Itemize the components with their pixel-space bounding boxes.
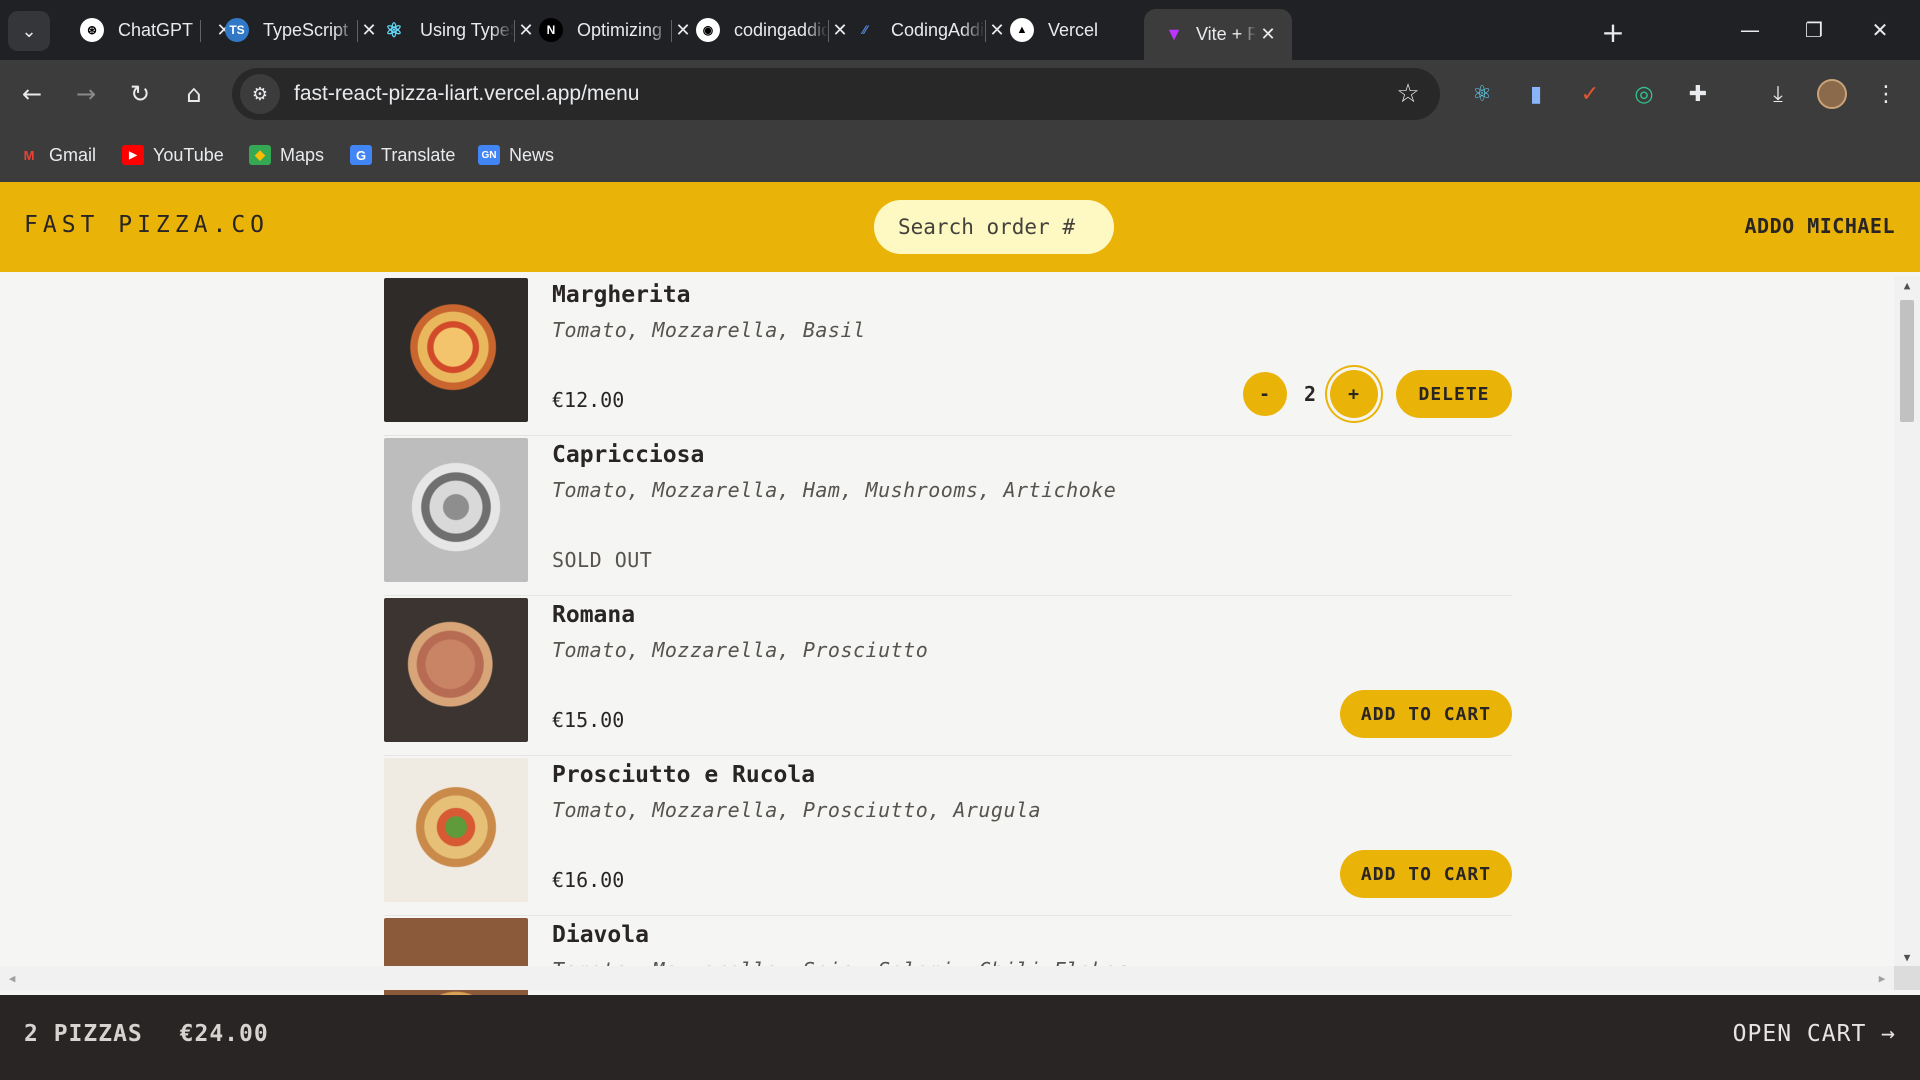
extension-docs-icon[interactable]: ▮ (1518, 74, 1554, 114)
scrollbar-thumb[interactable] (1900, 300, 1914, 422)
cart-pizza-count: 2 PIZZAS (24, 1021, 143, 1047)
notion-icon: N (539, 18, 563, 42)
pizza-name: Prosciutto e Rucola (552, 762, 816, 788)
forward-arrow-icon[interactable]: → (66, 74, 106, 114)
menu-list: Margherita Tomato, Mozzarella, Basil €12… (384, 276, 1512, 1076)
site-info-icon[interactable]: ⚙ (240, 74, 280, 114)
react-icon: ⚛ (385, 19, 403, 42)
pizza-image (384, 758, 528, 902)
window-close-icon[interactable]: ✕ (1852, 10, 1908, 50)
pizza-image (384, 278, 528, 422)
scroll-right-icon[interactable]: ▶ (1872, 966, 1892, 990)
tab-search-chevron-icon[interactable]: ⌄ (8, 11, 50, 51)
bookmark-youtube[interactable]: ▶ YouTube (122, 140, 224, 170)
minimize-icon[interactable]: — (1722, 10, 1778, 50)
cart-summary: 2 PIZZAS €24.00 (24, 1021, 291, 1047)
item-quantity: 2 (1304, 382, 1317, 406)
codingaddict-icon: ⁄⁄ (862, 23, 867, 37)
scrollbar-corner (1894, 966, 1920, 990)
news-icon: GN (478, 145, 500, 165)
horizontal-scrollbar[interactable]: ◀ ▶ (0, 966, 1894, 990)
add-to-cart-button[interactable]: ADD TO CART (1340, 690, 1512, 738)
translate-icon: G (350, 145, 372, 165)
menu-item-romana: Romana Tomato, Mozzarella, Prosciutto €1… (384, 596, 1512, 756)
bookmark-translate[interactable]: G Translate (350, 140, 455, 170)
menu-item-margherita: Margherita Tomato, Mozzarella, Basil €12… (384, 276, 1512, 436)
app-header: FAST PIZZA.CO ADDO MICHAEL (0, 182, 1920, 272)
menu-item-capricciosa: Capricciosa Tomato, Mozzarella, Ham, Mus… (384, 436, 1512, 596)
search-order-input[interactable] (874, 200, 1114, 254)
vertical-scrollbar[interactable]: ▲ ▼ (1894, 276, 1920, 966)
pizza-name: Margherita (552, 282, 691, 308)
delete-item-button[interactable]: DELETE (1396, 370, 1512, 418)
bookmark-news[interactable]: GN News (478, 140, 554, 170)
cart-overview-bar: 2 PIZZAS €24.00 OPEN CART → (0, 995, 1920, 1080)
vite-icon: ▼ (1165, 24, 1183, 44)
pizza-price: €12.00 (552, 388, 625, 412)
maps-icon: ◆ (249, 145, 271, 165)
address-bar[interactable]: ⚙ fast-react-pizza-liart.vercel.app/menu… (232, 68, 1440, 120)
tab-separator (828, 20, 829, 42)
bookmark-maps[interactable]: ◆ Maps (249, 140, 324, 170)
username: ADDO MICHAEL (1744, 214, 1895, 238)
youtube-icon: ▶ (122, 145, 144, 165)
increase-quantity-button[interactable]: + (1330, 370, 1378, 418)
browser-tab-strip: ⌄ ⊛ ChatGPT ✕ TS TypeScript ✕ ⚛ Using Ty… (0, 0, 1920, 60)
gmail-icon: M (23, 147, 35, 163)
cart-total-price: €24.00 (179, 1021, 269, 1047)
pizza-image (384, 598, 528, 742)
scroll-left-icon[interactable]: ◀ (2, 966, 22, 990)
pizza-ingredients: Tomato, Mozzarella, Basil (552, 318, 866, 342)
restore-icon[interactable]: ❐ (1786, 10, 1842, 50)
scroll-down-icon[interactable]: ▼ (1894, 948, 1920, 966)
tab-separator (200, 20, 201, 42)
browser-menu-icon[interactable]: ⋮ (1868, 74, 1904, 114)
pizza-name: Capricciosa (552, 442, 705, 468)
download-icon[interactable]: ⤓ (1760, 74, 1796, 114)
menu-item-prosciutto-e-rucola: Prosciutto e Rucola Tomato, Mozzarella, … (384, 756, 1512, 916)
extension-check-icon[interactable]: ✓ (1572, 74, 1608, 114)
add-to-cart-button[interactable]: ADD TO CART (1340, 850, 1512, 898)
new-tab-icon[interactable]: + (1596, 15, 1630, 49)
bookmark-gmail[interactable]: M Gmail (18, 140, 96, 170)
tab-vite-react[interactable]: ▼ Vite + React ✕ (1144, 9, 1292, 60)
close-icon[interactable]: ✕ (1256, 23, 1280, 47)
pizza-price: €16.00 (552, 868, 625, 892)
bookmark-star-icon[interactable]: ☆ (1388, 74, 1428, 114)
pizza-image (384, 438, 528, 582)
page-viewport: FAST PIZZA.CO ADDO MICHAEL Margherita To… (0, 182, 1920, 1080)
chatgpt-icon: ⊛ (80, 18, 104, 42)
url-text[interactable]: fast-react-pizza-liart.vercel.app/menu (294, 82, 1388, 106)
back-arrow-icon[interactable]: ← (12, 74, 52, 114)
pizza-ingredients: Tomato, Mozzarella, Prosciutto (552, 638, 929, 662)
github-icon: ◉ (696, 18, 720, 42)
tab-separator (671, 20, 672, 42)
extensions-puzzle-icon[interactable]: ✚ (1680, 74, 1716, 114)
vercel-icon: ▲ (1010, 18, 1034, 42)
logo-link[interactable]: FAST PIZZA.CO (24, 212, 269, 238)
typescript-icon: TS (225, 18, 249, 42)
pizza-name: Romana (552, 602, 636, 628)
pizza-name: Diavola (552, 922, 649, 948)
bookmarks-bar: M Gmail ▶ YouTube ◆ Maps G Translate GN … (0, 128, 1920, 182)
tab-separator (357, 20, 358, 42)
pizza-ingredients: Tomato, Mozzarella, Ham, Mushrooms, Arti… (552, 478, 1117, 502)
tab-separator (514, 20, 515, 42)
pizza-ingredients: Tomato, Mozzarella, Prosciutto, Arugula (552, 798, 1042, 822)
scroll-up-icon[interactable]: ▲ (1894, 276, 1920, 294)
home-icon[interactable]: ⌂ (174, 74, 214, 114)
react-devtools-icon[interactable]: ⚛ (1464, 74, 1500, 114)
open-cart-link[interactable]: OPEN CART → (1733, 1021, 1896, 1047)
extension-target-icon[interactable]: ◎ (1626, 74, 1662, 114)
profile-avatar-icon[interactable] (1814, 74, 1850, 114)
pizza-price: €15.00 (552, 708, 625, 732)
tab-separator (985, 20, 986, 42)
decrease-quantity-button[interactable]: - (1243, 372, 1287, 416)
reload-icon[interactable]: ↻ (120, 74, 160, 114)
sold-out-label: SOLD OUT (552, 548, 653, 572)
